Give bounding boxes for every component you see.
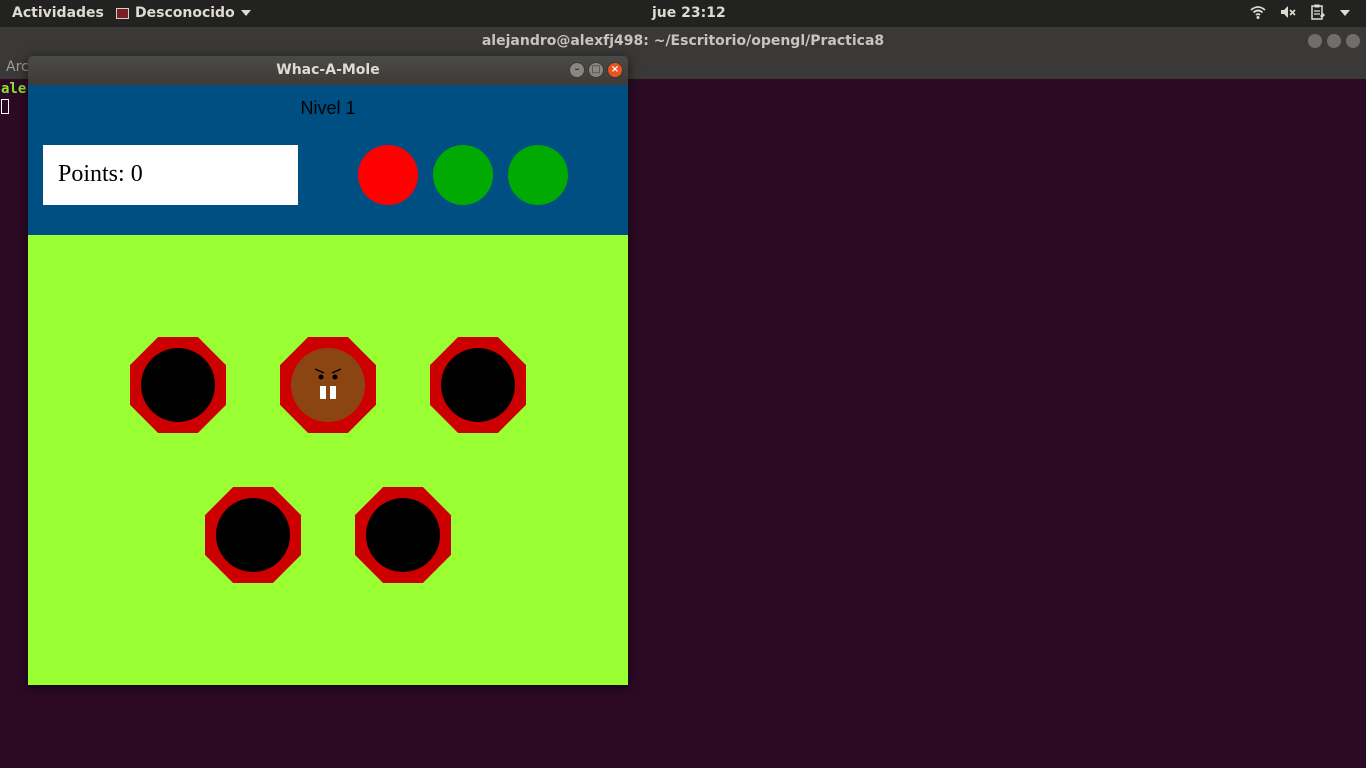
clipboard-icon[interactable] [1310, 4, 1326, 20]
hole [441, 348, 515, 422]
hole [141, 348, 215, 422]
mole-hole[interactable] [430, 337, 526, 433]
mole-hole[interactable] [355, 487, 451, 583]
play-field[interactable] [28, 235, 628, 685]
system-menu-arrow-icon[interactable] [1340, 10, 1350, 16]
game-window-title: Whac-A-Mole [276, 62, 380, 78]
game-titlebar[interactable]: Whac-A-Mole – □ × [28, 56, 628, 85]
level-label: Nivel 1 [300, 98, 356, 118]
hole [366, 498, 440, 572]
terminal-prompt: ale [1, 81, 27, 97]
terminal-close-button[interactable] [1346, 34, 1360, 48]
points-label: Points: 0 [58, 161, 143, 187]
terminal-title: alejandro@alexfj498: ~/Escritorio/opengl… [481, 33, 885, 49]
play-field-canvas[interactable] [28, 235, 628, 685]
top-panel: Actividades Desconocido jue 23:12 [0, 0, 1366, 27]
mole-hole[interactable] [205, 487, 301, 583]
hole [216, 498, 290, 572]
game-window: Whac-A-Mole – □ × Nivel 1 Points: 0 [28, 56, 628, 685]
mole-tooth [330, 386, 336, 399]
minimize-button[interactable]: – [569, 62, 585, 78]
life-indicator-lost [358, 145, 418, 205]
terminal-titlebar[interactable]: alejandro@alexfj498: ~/Escritorio/opengl… [0, 27, 1366, 55]
mole-hole[interactable] [130, 337, 226, 433]
activities-button[interactable]: Actividades [12, 5, 104, 21]
terminal-minimize-button[interactable] [1308, 34, 1322, 48]
terminal-cursor [1, 99, 9, 114]
mole-eye [318, 374, 324, 380]
points-box: Points: 0 [43, 145, 298, 205]
mole-tooth [320, 386, 326, 399]
life-indicator [508, 145, 568, 205]
app-menu[interactable]: Desconocido [116, 5, 251, 21]
maximize-button[interactable]: □ [588, 62, 604, 78]
close-button[interactable]: × [607, 62, 623, 78]
app-icon [116, 7, 129, 19]
system-tray[interactable] [1250, 4, 1350, 20]
wifi-icon[interactable] [1250, 4, 1266, 20]
chevron-down-icon [240, 10, 251, 16]
game-hud: Nivel 1 Points: 0 [28, 85, 628, 235]
mole-hole-active[interactable] [280, 337, 376, 433]
volume-muted-icon[interactable] [1280, 4, 1296, 20]
terminal-maximize-button[interactable] [1327, 34, 1341, 48]
life-indicator [433, 145, 493, 205]
clock[interactable]: jue 23:12 [652, 5, 726, 21]
mole [291, 348, 365, 422]
app-menu-label: Desconocido [135, 5, 235, 21]
terminal-menu-item[interactable]: Arc [6, 59, 29, 75]
mole-eye [332, 374, 338, 380]
